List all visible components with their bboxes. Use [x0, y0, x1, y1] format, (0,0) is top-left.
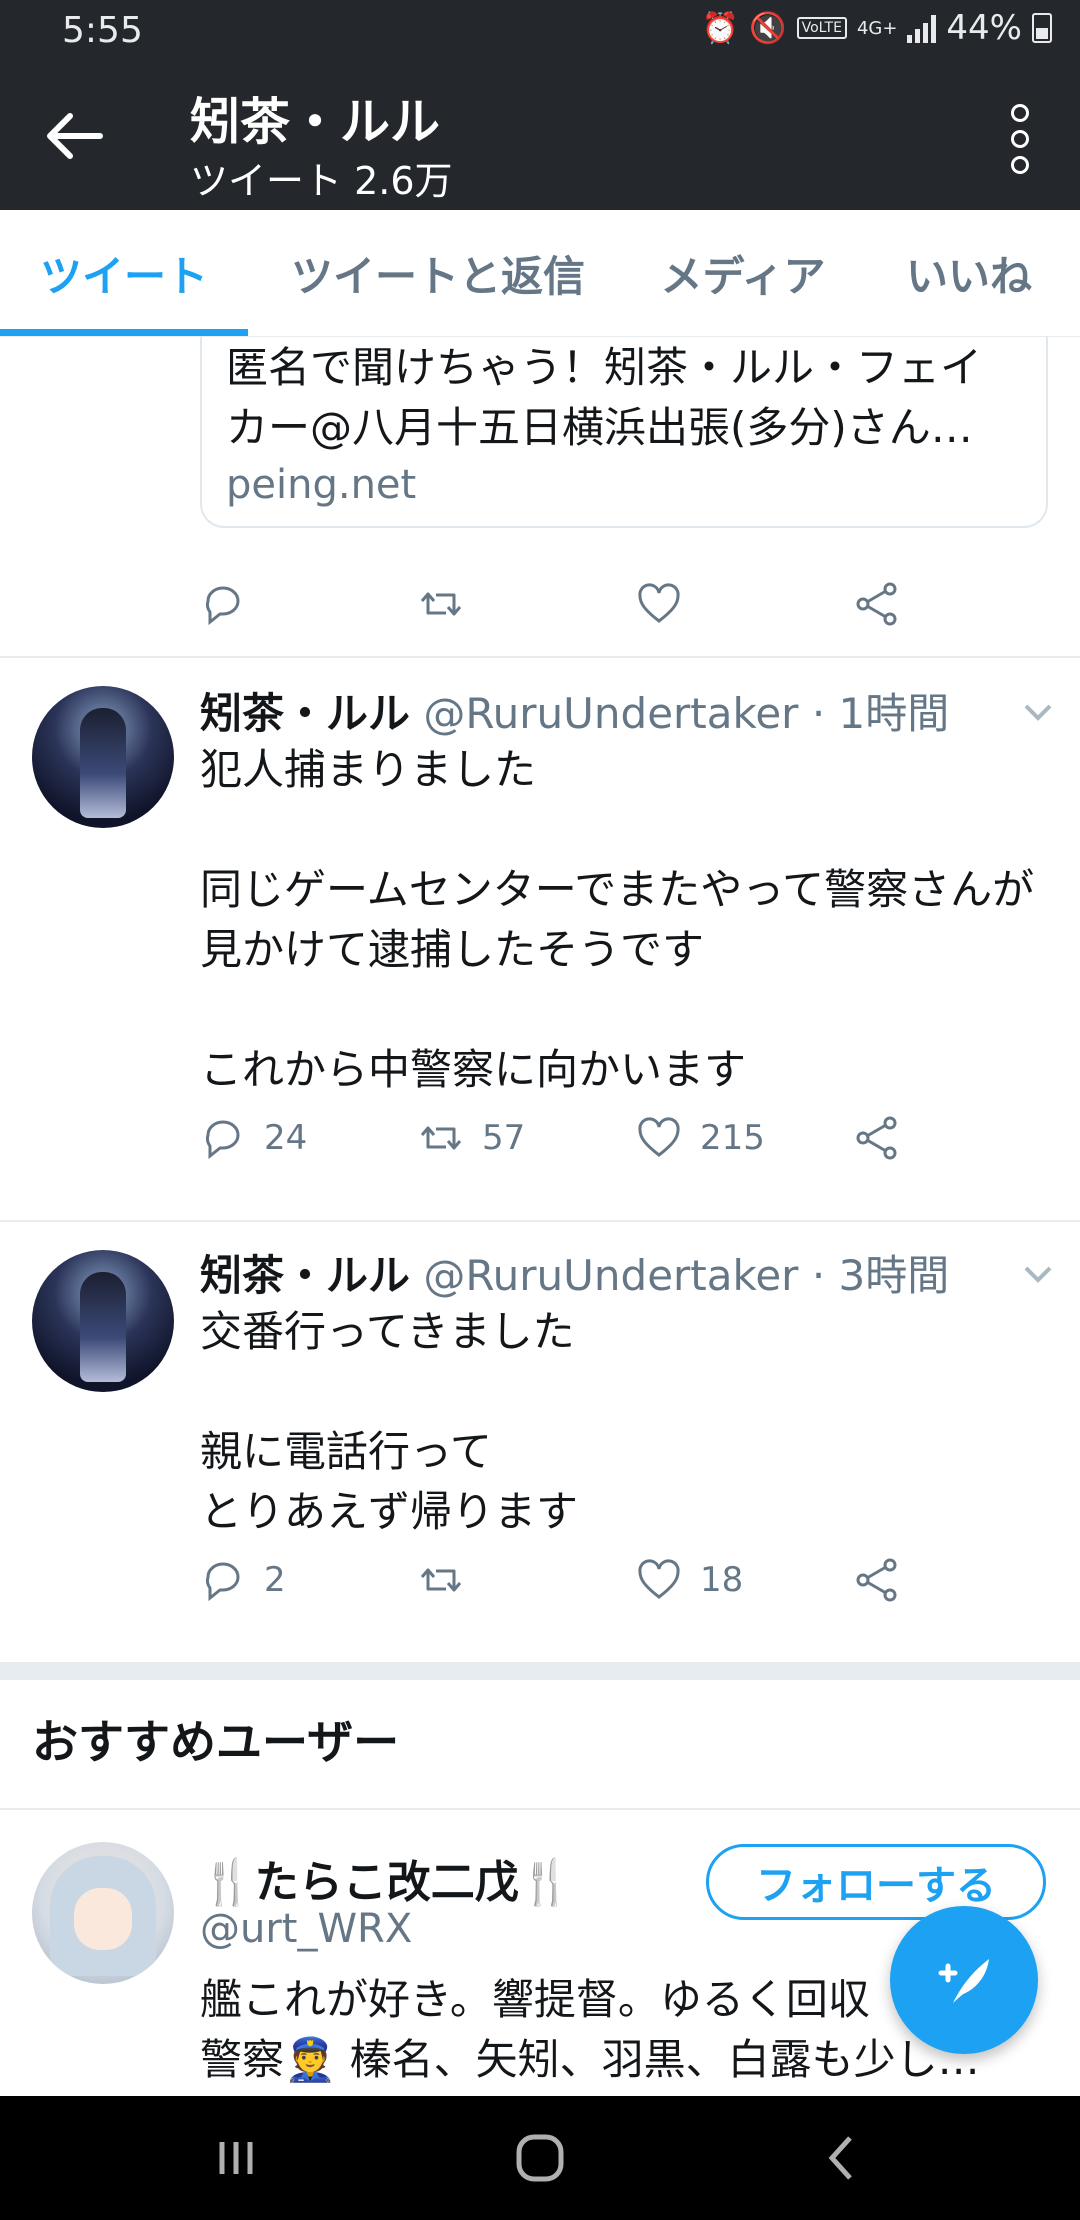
retweet-icon	[420, 592, 462, 616]
more-dot-icon	[1011, 130, 1029, 148]
timeline[interactable]: 匿名で聞けちゃう！矧茶・ルル・フェイカー@八月十五日横浜出張(多分)さん… pe…	[0, 336, 1080, 2096]
compose-tweet-button[interactable]	[890, 1906, 1038, 2054]
back-nav-icon[interactable]	[812, 2130, 872, 2186]
alarm-icon: ⏰	[701, 10, 740, 46]
battery-percent: 44%	[946, 8, 1022, 48]
heart-icon	[638, 1559, 680, 1599]
reply-count: 2	[264, 1560, 286, 1600]
reply-button[interactable]	[200, 574, 246, 634]
reply-icon	[205, 1120, 240, 1160]
heart-icon	[638, 1117, 680, 1157]
network-type: 4G+	[856, 17, 898, 39]
tweet-author-name: 矧茶・ルル	[200, 1251, 411, 1300]
battery-icon	[1032, 13, 1052, 43]
reply-button[interactable]: 2	[200, 1550, 286, 1610]
tweet-time: · 1時間	[811, 689, 950, 738]
tweet-text: 犯人捕まりました 同じゲームセンターでまたやって警察さんが見かけて逮捕したそうで…	[200, 745, 1035, 1094]
tab-media[interactable]: メディア	[628, 210, 858, 336]
link-card-domain: peing.net	[226, 462, 417, 508]
reply-button[interactable]: 24	[200, 1108, 307, 1168]
back-button[interactable]	[40, 106, 110, 166]
status-bar: 5:55 ⏰ 🔇 VoLTE 4G+ 44%	[0, 0, 1080, 62]
share-button[interactable]	[854, 574, 900, 634]
tweet-header: 矧茶・ルル @RuruUndertaker · 3時間	[200, 1242, 949, 1303]
share-icon	[856, 582, 897, 626]
tab-tweets-replies[interactable]: ツイートと返信	[248, 210, 628, 336]
tweet-count: ツイート 2.6万	[190, 159, 453, 203]
tweet[interactable]: 矧茶・ルル @RuruUndertaker · 3時間 交番行ってきました 親に…	[0, 1222, 1080, 1662]
avatar[interactable]	[32, 686, 174, 828]
suggested-user-name[interactable]: 🍴たらこ改二戊🍴	[200, 1846, 574, 1910]
tab-tweets[interactable]: ツイート	[0, 210, 248, 336]
share-button[interactable]	[854, 1108, 900, 1168]
recent-apps-icon[interactable]	[206, 2130, 266, 2186]
fork-knife-icon: 🍴	[518, 1857, 574, 1908]
retweet-icon	[420, 1126, 462, 1150]
status-time: 5:55	[62, 10, 143, 51]
volte-icon: VoLTE	[796, 17, 847, 39]
tweet-author-handle: @RuruUndertaker	[423, 689, 799, 738]
profile-tabs: ツイート ツイートと返信 メディア いいね	[0, 210, 1080, 337]
divider	[0, 1808, 1080, 1810]
like-count: 18	[700, 1560, 744, 1600]
home-icon[interactable]	[510, 2130, 570, 2186]
tweet-author-name: 矧茶・ルル	[200, 689, 411, 738]
tweet-time: · 3時間	[811, 1251, 950, 1300]
tweet[interactable]: 矧茶・ルル @RuruUndertaker · 1時間 犯人捕まりました 同じゲ…	[0, 658, 1080, 1198]
tweet-actions: 24 57 215	[200, 1108, 900, 1168]
share-button[interactable]	[854, 1550, 900, 1610]
chevron-down-icon[interactable]	[1018, 1254, 1058, 1294]
reply-icon	[205, 586, 240, 626]
heart-icon	[638, 583, 680, 623]
retweet-button[interactable]	[418, 1550, 482, 1610]
retweet-button[interactable]: 57	[418, 1108, 525, 1168]
like-count: 215	[700, 1118, 765, 1158]
link-card-title: 匿名で聞けちゃう！矧茶・ルル・フェイカー@八月十五日横浜出張(多分)さん…	[226, 343, 983, 452]
suggested-user-name-text: たらこ改二戊	[254, 1857, 519, 1908]
feather-plus-icon	[938, 1959, 989, 2003]
like-button[interactable]: 18	[636, 1550, 743, 1610]
like-button[interactable]: 215	[636, 1108, 765, 1168]
system-nav-bar	[0, 2096, 1080, 2220]
retweet-count: 57	[482, 1118, 526, 1158]
suggested-user-avatar[interactable]	[32, 1842, 174, 1984]
more-dot-icon	[1011, 156, 1029, 174]
avatar[interactable]	[32, 1250, 174, 1392]
section-separator	[0, 1662, 1080, 1680]
signal-icon	[907, 13, 937, 43]
like-button[interactable]	[636, 574, 682, 634]
tweet-actions: 2 18	[200, 1550, 900, 1610]
tweet-header: 矧茶・ルル @RuruUndertaker · 1時間	[200, 680, 949, 741]
mute-icon: 🔇	[749, 10, 787, 46]
more-dot-icon	[1011, 104, 1029, 122]
retweet-button[interactable]	[418, 574, 464, 634]
link-card[interactable]: 匿名で聞けちゃう！矧茶・ルル・フェイカー@八月十五日横浜出張(多分)さん… pe…	[200, 336, 1048, 528]
chevron-down-icon[interactable]	[1018, 692, 1058, 732]
follow-button[interactable]: フォローする	[706, 1844, 1046, 1920]
suggestions-title: おすすめユーザー	[32, 1715, 400, 1769]
reply-count: 24	[264, 1118, 308, 1158]
tweet-actions	[200, 574, 900, 634]
share-icon	[856, 1558, 897, 1602]
app-bar: 矧茶・ルル ツイート 2.6万	[0, 62, 1080, 210]
fork-knife-icon: 🍴	[200, 1857, 255, 1908]
suggested-user-handle: @urt_WRX	[200, 1906, 413, 1952]
more-options-button[interactable]	[1000, 104, 1040, 174]
tweet-author-handle: @RuruUndertaker	[423, 1251, 799, 1300]
retweet-icon	[420, 1568, 462, 1592]
arrow-left-icon	[47, 113, 103, 159]
reply-icon	[205, 1562, 240, 1602]
share-icon	[856, 1116, 897, 1160]
tab-likes[interactable]: いいね	[858, 210, 1080, 336]
profile-title: 矧茶・ルル	[190, 93, 440, 151]
tweet-text: 交番行ってきました 親に電話行って とりあえず帰ります	[200, 1307, 579, 1536]
status-icons: ⏰ 🔇 VoLTE 4G+ 44%	[702, 8, 1052, 48]
